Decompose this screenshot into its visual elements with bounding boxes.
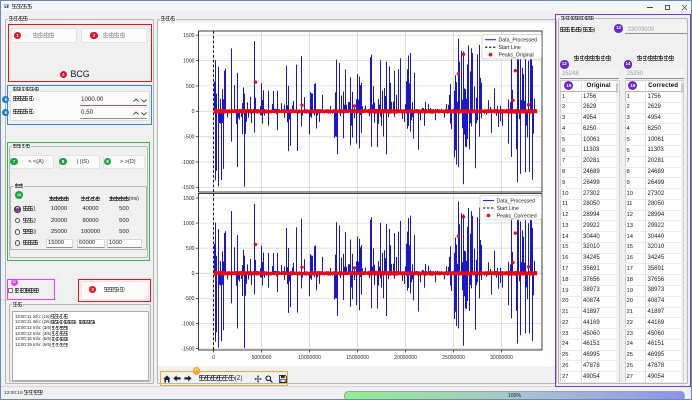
svg-text:Peaks_Corrected: Peaks_Corrected [497, 213, 537, 219]
svg-text:10000000: 10000000 [298, 355, 321, 361]
svg-text:5000000: 5000000 [252, 355, 272, 361]
svg-text:Start Line: Start Line [499, 45, 521, 51]
svg-text:-1500: -1500 [181, 346, 194, 352]
svg-text:30000000: 30000000 [490, 355, 513, 361]
svg-text:1500: 1500 [183, 195, 194, 201]
svg-text:1500: 1500 [183, 33, 194, 39]
svg-text:-1000: -1000 [181, 159, 194, 165]
svg-text:25000000: 25000000 [442, 355, 465, 361]
svg-text:20000000: 20000000 [394, 355, 417, 361]
svg-text:Peaks_Original: Peaks_Original [499, 52, 534, 58]
svg-text:0: 0 [212, 355, 215, 361]
svg-text:1000: 1000 [183, 220, 194, 226]
svg-text:-1500: -1500 [181, 185, 194, 191]
svg-text:Data_Processed: Data_Processed [497, 198, 535, 204]
svg-text:500: 500 [186, 83, 195, 89]
svg-text:0: 0 [192, 109, 195, 115]
svg-text:-500: -500 [184, 134, 194, 140]
svg-text:-500: -500 [184, 296, 194, 302]
svg-text:15000000: 15000000 [346, 355, 369, 361]
svg-text:1000: 1000 [183, 58, 194, 64]
svg-text:Start Line: Start Line [497, 205, 519, 211]
svg-text:500: 500 [186, 246, 195, 252]
svg-text:Data_Processed: Data_Processed [499, 37, 537, 43]
svg-text:0: 0 [192, 271, 195, 277]
svg-text:-1000: -1000 [181, 321, 194, 327]
